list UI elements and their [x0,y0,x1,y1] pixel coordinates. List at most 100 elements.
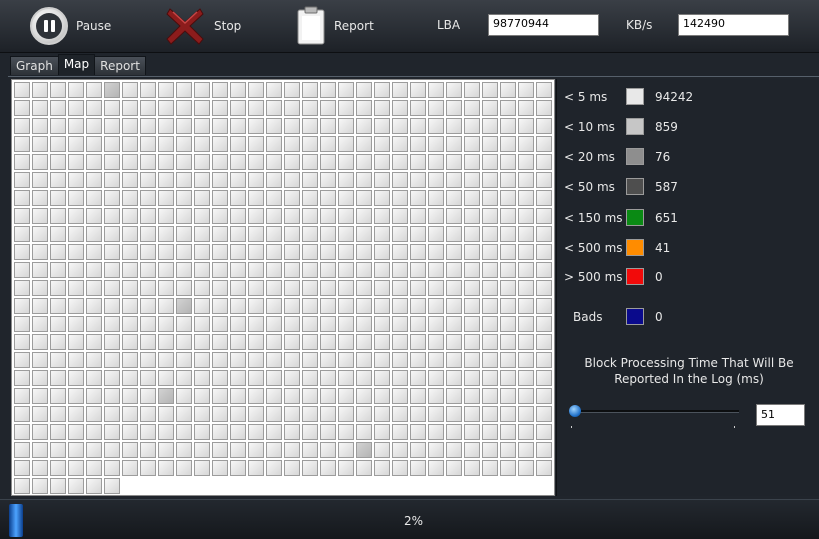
map-block [428,406,444,422]
map-block [266,172,282,188]
lba-field[interactable]: 98770944 [488,14,599,36]
map-block [194,460,210,476]
map-block [194,208,210,224]
map-block [68,190,84,206]
map-block [374,280,390,296]
map-block [536,244,552,260]
map-block [158,280,174,296]
map-block [230,190,246,206]
map-block [194,190,210,206]
map-block [392,370,408,386]
map-block [68,460,84,476]
map-block [356,370,372,386]
map-block [230,370,246,386]
map-block [356,424,372,440]
map-block [320,424,336,440]
tab-map[interactable]: Map [57,54,96,75]
map-block [248,280,264,296]
map-block [392,388,408,404]
threshold-slider-handle[interactable] [569,405,581,417]
progress-bar [9,504,23,537]
legend-label: Bads [573,310,603,324]
tab-report[interactable]: Report [94,56,146,75]
map-block [392,118,408,134]
map-block [158,262,174,278]
report-label: Report [334,19,374,33]
legend-row: > 500 ms 0 [557,267,819,287]
stop-button[interactable]: Stop [164,4,241,48]
map-block [338,244,354,260]
map-block [32,442,48,458]
map-block [104,190,120,206]
tab-graph[interactable]: Graph [10,56,59,75]
map-block [104,82,120,98]
map-block [248,172,264,188]
map-block [140,388,156,404]
map-block [284,262,300,278]
map-block [50,352,66,368]
map-block [212,172,228,188]
map-block [266,154,282,170]
map-block [500,442,516,458]
map-block [518,388,534,404]
map-block [230,334,246,350]
map-block [86,298,102,314]
map-block [410,190,426,206]
map-block [104,280,120,296]
map-block [428,262,444,278]
kbs-field[interactable]: 142490 [678,14,789,36]
map-block [14,388,30,404]
map-block [266,136,282,152]
map-block [500,334,516,350]
map-block [140,172,156,188]
map-block [266,244,282,260]
map-block [446,190,462,206]
map-block [32,316,48,332]
map-block [86,406,102,422]
map-block [374,100,390,116]
threshold-slider-track[interactable] [571,410,739,413]
map-block [464,172,480,188]
map-block [536,100,552,116]
map-block [428,298,444,314]
threshold-value-field[interactable]: 51 [756,404,805,426]
map-block [392,244,408,260]
map-block [176,388,192,404]
map-block [122,442,138,458]
map-block [158,118,174,134]
map-block [428,352,444,368]
map-block [212,244,228,260]
map-block [140,370,156,386]
map-block [428,154,444,170]
map-block [104,244,120,260]
map-block [284,136,300,152]
map-block [464,82,480,98]
map-block [464,280,480,296]
map-block [302,334,318,350]
report-button[interactable]: Report [296,4,374,48]
map-block [356,100,372,116]
map-block [374,136,390,152]
map-block [32,118,48,134]
map-block [176,244,192,260]
map-block [86,442,102,458]
legend-row: < 10 ms 859 [557,117,819,137]
map-block [374,370,390,386]
map-block [194,226,210,242]
pause-button[interactable]: Pause [30,4,111,48]
map-block [518,442,534,458]
map-block [464,370,480,386]
map-block [230,244,246,260]
map-block [518,208,534,224]
map-block [230,172,246,188]
map-block [212,442,228,458]
map-block [212,154,228,170]
map-block [194,100,210,116]
map-block [410,262,426,278]
map-block [32,298,48,314]
map-block [374,424,390,440]
map-block [194,370,210,386]
map-block [122,136,138,152]
map-block [158,442,174,458]
map-block [374,82,390,98]
